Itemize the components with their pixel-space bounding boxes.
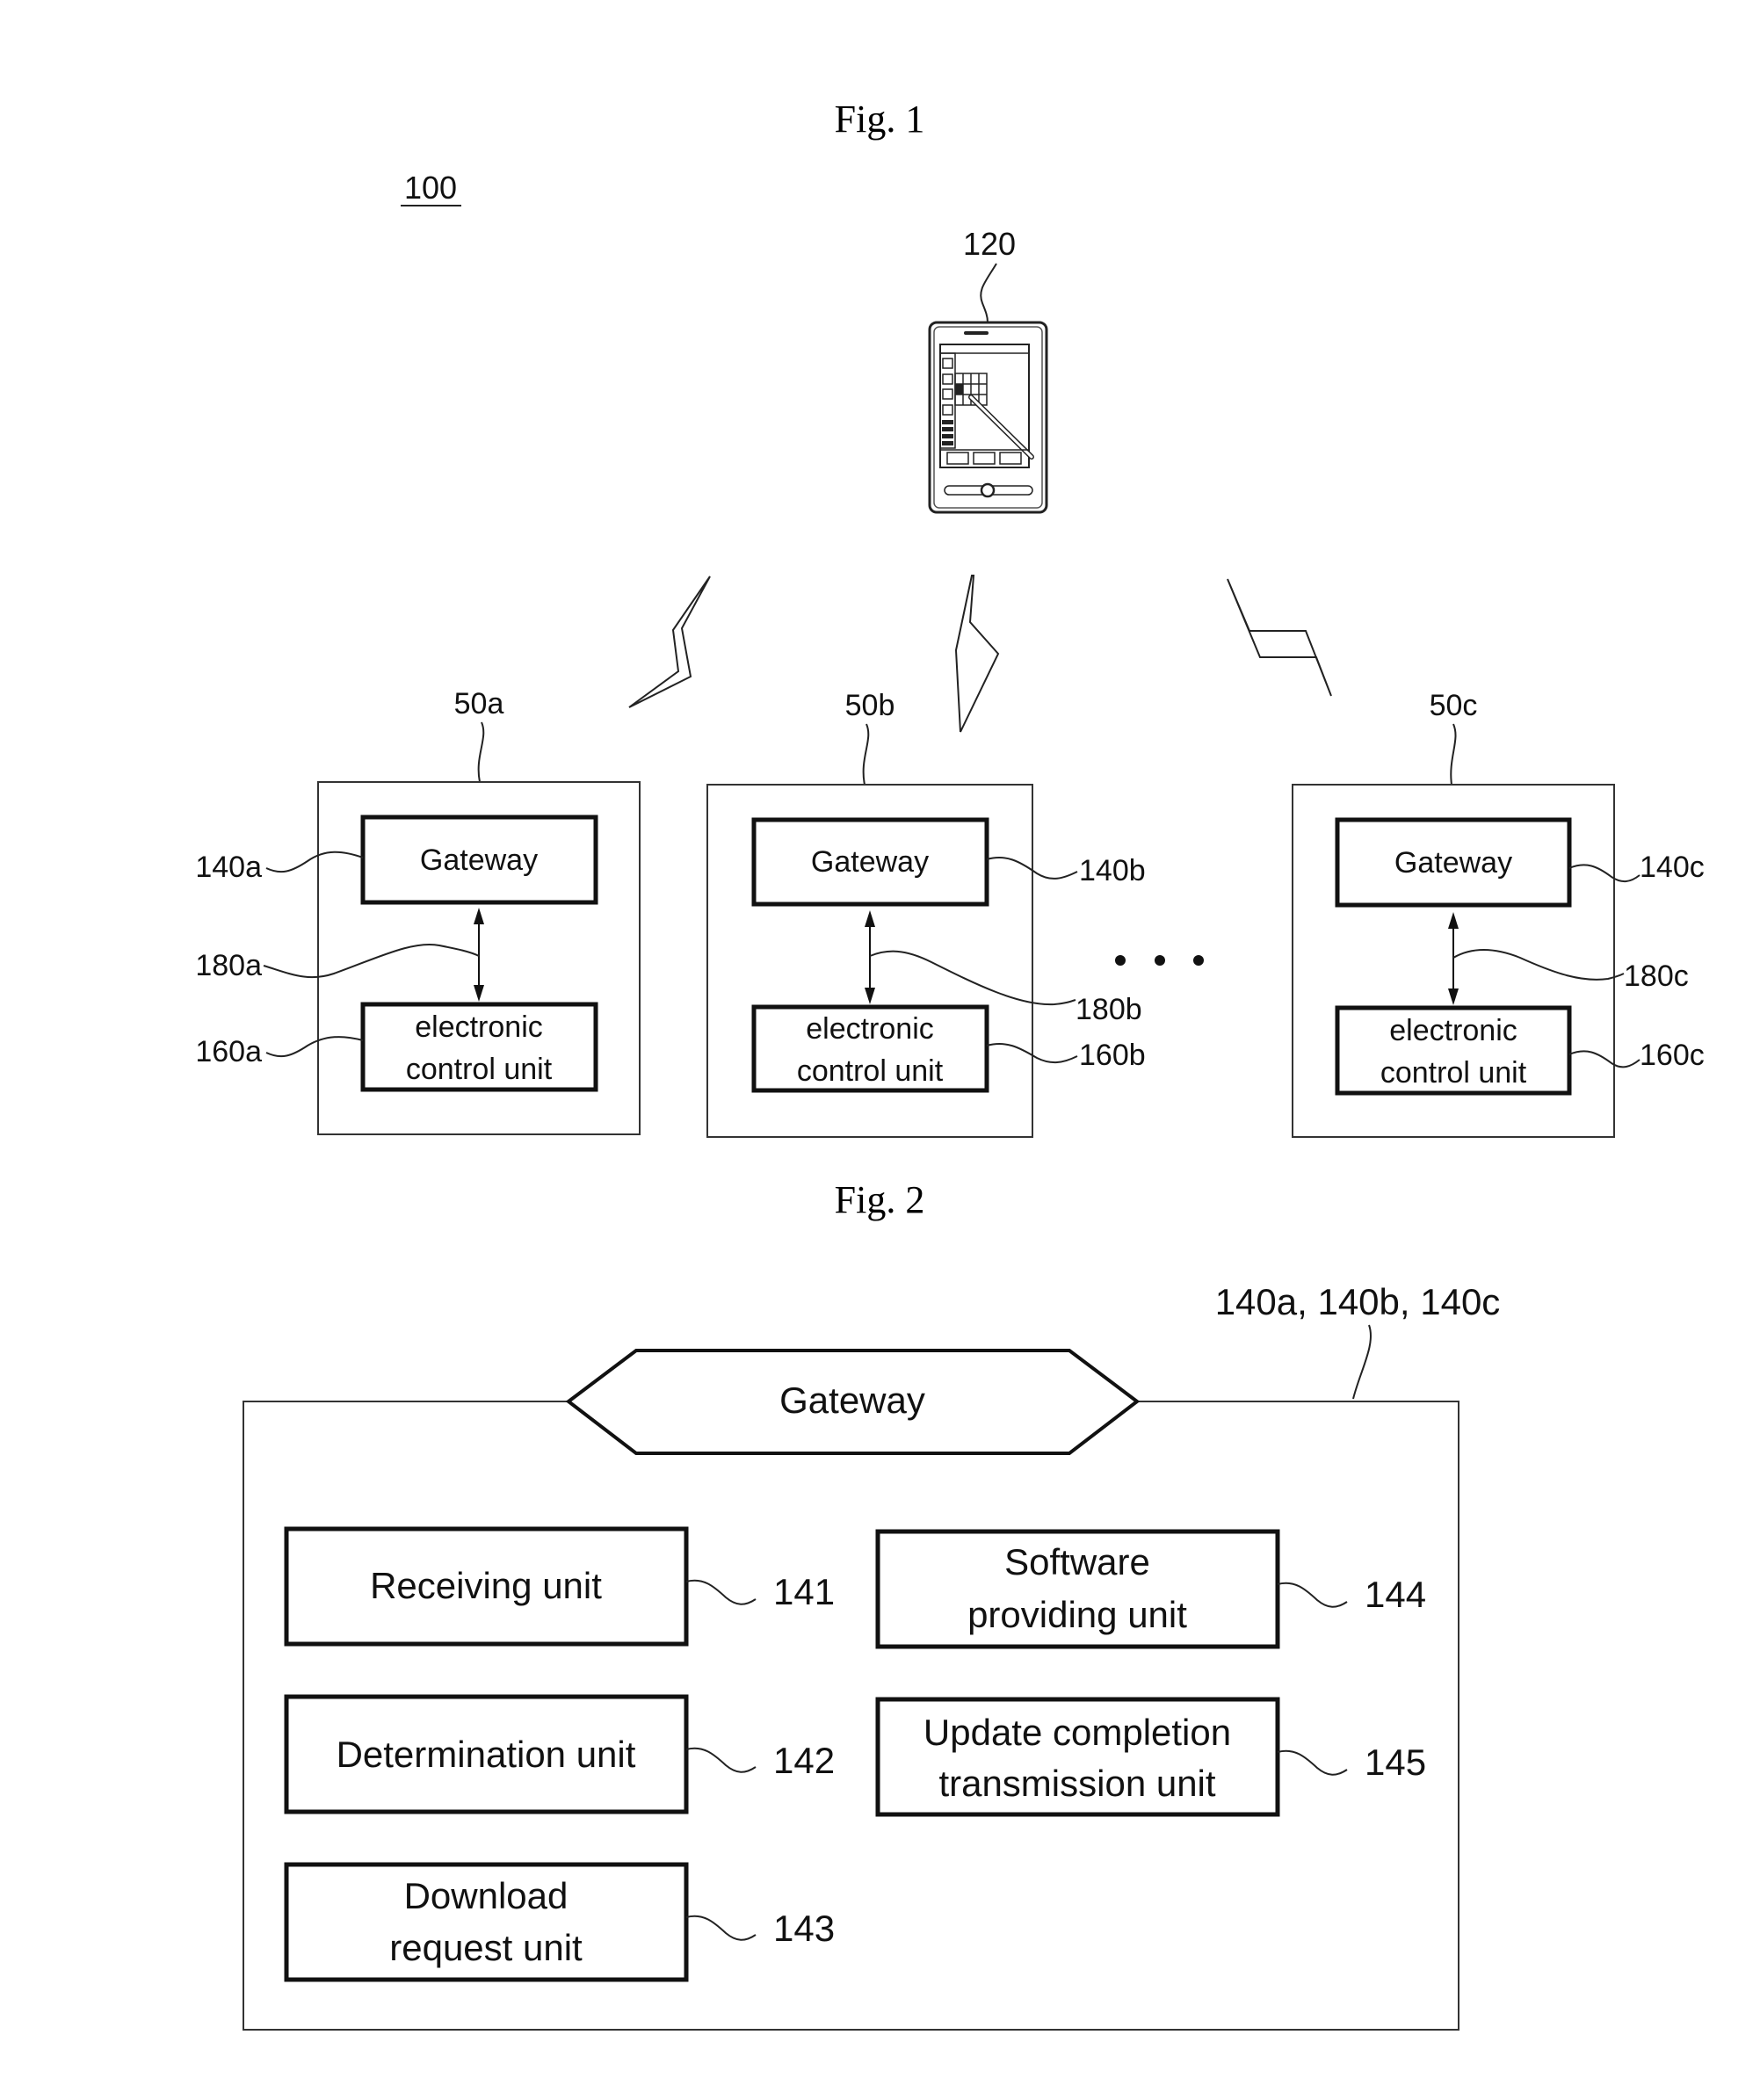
ecu-label-line1: electronic — [806, 1012, 934, 1046]
unit-ref-label: 141 — [773, 1571, 835, 1612]
arrow-down-icon — [865, 988, 875, 1004]
gateway-ref-label: 140c — [1640, 851, 1705, 884]
unit-leader-line — [685, 1579, 757, 1605]
ecu-label-line2: control unit — [406, 1053, 553, 1086]
ecu-leader-line — [265, 1036, 364, 1058]
patent-drawing-sheet: Fig. 1 100 120 50a Gateway electronic co… — [195, 98, 1705, 2031]
wireless-signal-icon — [628, 576, 711, 708]
ecu-ref-label: 160c — [1640, 1039, 1705, 1072]
gateway-ref-label: 140b — [1079, 854, 1146, 887]
fig2-title: Fig. 2 — [835, 1178, 925, 1221]
vehicle-50a: 50a Gateway electronic control unit 140a… — [195, 687, 641, 1135]
gateway-label: Gateway — [1394, 846, 1512, 880]
unit-ref-label: 143 — [773, 1908, 835, 1949]
terminal-ref-label: 120 — [963, 226, 1016, 262]
software-providing-unit: Software providing unit 144 — [875, 1529, 1426, 1649]
unit-label-line1: Software — [1004, 1541, 1150, 1582]
determination-unit: Determination unit 142 — [284, 1694, 835, 1814]
unit-label-line2: transmission unit — [938, 1763, 1215, 1804]
arrow-up-icon — [1448, 912, 1459, 929]
arrow-up-icon — [474, 908, 484, 924]
speaker-icon — [964, 331, 989, 335]
touch-screen — [939, 344, 1030, 468]
terminal-leader-line — [980, 263, 997, 323]
gateway-refs-leader-line — [1352, 1324, 1372, 1400]
gateway-refs-label: 140a, 140b, 140c — [1215, 1281, 1501, 1322]
system-ref-label: 100 — [404, 170, 457, 206]
arrow-down-icon — [1448, 988, 1459, 1005]
link-leader-line — [869, 950, 1076, 1006]
vehicle-ref-label: 50b — [845, 689, 895, 722]
gateway-leader-line — [1568, 864, 1640, 882]
gateway-leader-line — [265, 851, 364, 873]
unit-label-line2: providing unit — [967, 1594, 1187, 1635]
link-leader-line — [1452, 949, 1625, 981]
ecu-ref-label: 160b — [1079, 1039, 1146, 1072]
update-completion-transmission-unit: Update completion transmission unit 145 — [875, 1697, 1426, 1817]
vehicle-leader-line — [1450, 723, 1457, 786]
vehicle-50b: 50b Gateway electronic control unit 140b… — [706, 689, 1146, 1138]
link-ref-label: 180a — [195, 949, 262, 982]
ecu-label-line2: control unit — [1380, 1056, 1527, 1090]
fig1-title: Fig. 1 — [835, 98, 925, 141]
unit-leader-line — [1277, 1749, 1348, 1776]
home-button-icon — [980, 482, 996, 498]
unit-ref-label: 142 — [773, 1740, 835, 1781]
vehicle-ref-label: 50c — [1430, 689, 1478, 722]
unit-leader-line — [1277, 1582, 1348, 1608]
unit-ref-label: 144 — [1365, 1574, 1426, 1615]
vehicle-50c: 50c Gateway electronic control unit 140c… — [1292, 689, 1705, 1138]
wireless-signal-icon — [1227, 578, 1332, 697]
ecu-leader-line — [1568, 1050, 1640, 1068]
download-request-unit: Download request unit 143 — [284, 1862, 835, 1982]
gateway-header-label: Gateway — [779, 1379, 925, 1421]
mobile-terminal-icon — [928, 321, 1048, 514]
link-ref-label: 180b — [1076, 993, 1142, 1026]
link-leader-line — [263, 944, 480, 979]
ecu-ref-label: 160a — [195, 1035, 262, 1068]
vehicle-ref-label: 50a — [454, 687, 504, 721]
arrow-up-icon — [865, 910, 875, 927]
gateway-label: Gateway — [811, 845, 929, 879]
unit-ref-label: 145 — [1365, 1742, 1426, 1783]
vehicle-leader-line — [862, 723, 870, 786]
arrow-down-icon — [474, 985, 484, 1002]
unit-label-line1: Update completion — [923, 1712, 1231, 1753]
ecu-label-line1: electronic — [1389, 1014, 1517, 1047]
unit-label-line1: Receiving unit — [370, 1565, 602, 1606]
gateway-ref-label: 140a — [195, 851, 262, 884]
unit-leader-line — [685, 1915, 757, 1941]
receiving-unit: Receiving unit 141 — [284, 1526, 835, 1647]
unit-leader-line — [685, 1747, 757, 1773]
vehicle-leader-line — [477, 721, 485, 783]
unit-label-line2: request unit — [389, 1927, 583, 1968]
link-ref-label: 180c — [1624, 959, 1689, 993]
gateway-label: Gateway — [420, 844, 538, 877]
ecu-label-line1: electronic — [415, 1010, 543, 1044]
unit-label-line1: Download — [404, 1875, 569, 1916]
wireless-signal-icon — [954, 575, 1000, 733]
unit-label-line1: Determination unit — [337, 1734, 636, 1775]
more-vehicles-ellipsis — [1115, 955, 1204, 966]
ecu-label-line2: control unit — [797, 1054, 944, 1088]
